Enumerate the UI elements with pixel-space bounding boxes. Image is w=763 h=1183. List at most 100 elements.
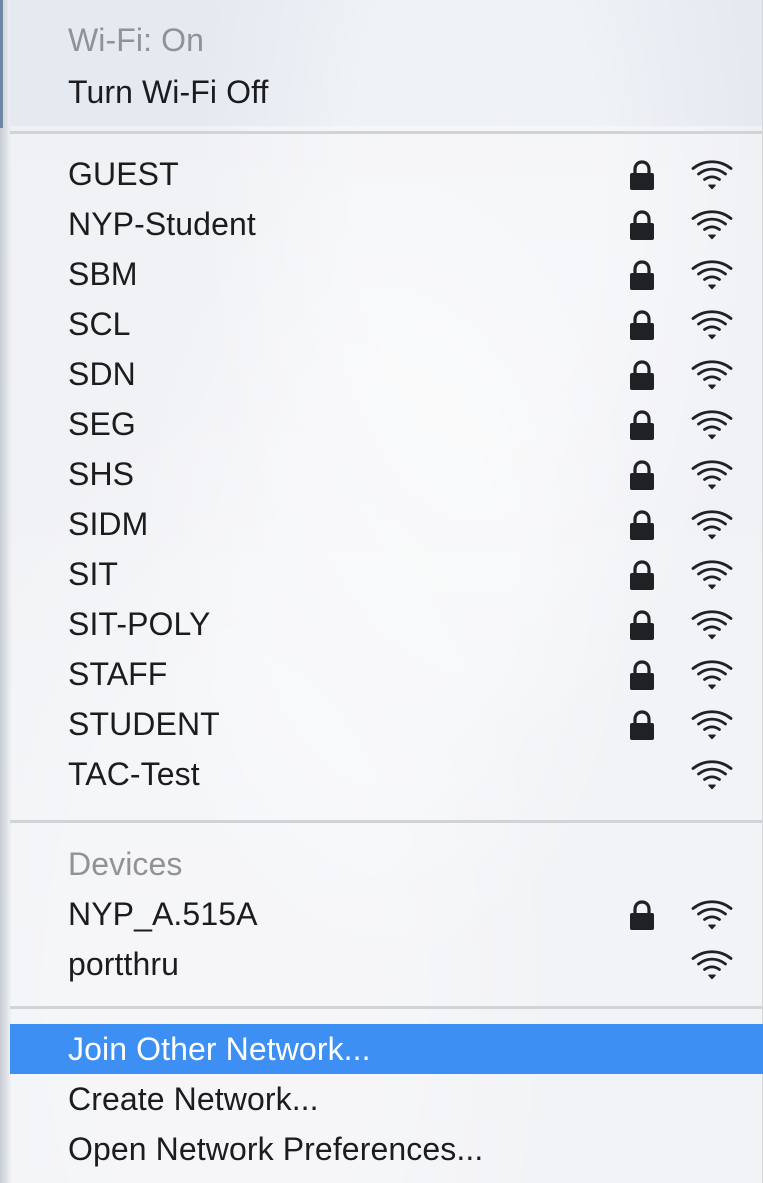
- join-other-network-label: Join Other Network...: [68, 1031, 371, 1067]
- wifi-icon-svg: [691, 900, 733, 930]
- network-name: SBM: [68, 256, 138, 292]
- lock-icon-svg: [630, 310, 654, 340]
- lock-icon-svg: [630, 510, 654, 540]
- lock-icon: [627, 359, 657, 392]
- lock-icon: [627, 709, 657, 742]
- wifi-icon: [689, 898, 735, 932]
- lock-icon-svg: [630, 900, 654, 930]
- network-item-sbm[interactable]: SBM: [10, 249, 763, 299]
- wifi-icon-svg: [691, 460, 733, 490]
- menu-separator: [10, 1006, 763, 1009]
- network-item-seg[interactable]: SEG: [10, 399, 763, 449]
- network-item-staff[interactable]: STAFF: [10, 649, 763, 699]
- wifi-icon-svg: [691, 160, 733, 190]
- device-name: NYP_A.515A: [68, 896, 258, 932]
- menu-separator: [10, 820, 763, 823]
- network-item-student[interactable]: STUDENT: [10, 699, 763, 749]
- network-item-nyp-student[interactable]: NYP-Student: [10, 199, 763, 249]
- lock-icon-svg: [630, 610, 654, 640]
- wifi-icon-svg: [691, 950, 733, 980]
- network-item-sidm[interactable]: SIDM: [10, 499, 763, 549]
- wifi-status-label: Wi-Fi: On: [68, 22, 204, 58]
- network-name: SDN: [68, 356, 136, 392]
- lock-icon: [627, 409, 657, 442]
- network-item-sit[interactable]: SIT: [10, 549, 763, 599]
- network-name: SIT-POLY: [68, 606, 211, 642]
- wifi-icon: [689, 708, 735, 742]
- create-network-label: Create Network...: [68, 1081, 319, 1117]
- wifi-icon: [689, 308, 735, 342]
- lock-icon: [627, 159, 657, 192]
- network-name: SEG: [68, 406, 136, 442]
- lock-icon-svg: [630, 410, 654, 440]
- network-name: SIDM: [68, 506, 149, 542]
- wifi-icon: [689, 658, 735, 692]
- devices-header-label: Devices: [68, 846, 183, 882]
- wifi-icon: [689, 508, 735, 542]
- network-item-guest[interactable]: GUEST: [10, 149, 763, 199]
- lock-icon: [627, 659, 657, 692]
- wifi-icon-svg: [691, 360, 733, 390]
- network-name: STUDENT: [68, 706, 220, 742]
- network-item-sdn[interactable]: SDN: [10, 349, 763, 399]
- lock-icon-svg: [630, 710, 654, 740]
- wifi-icon-svg: [691, 410, 733, 440]
- device-item-nyp-a-515a[interactable]: NYP_A.515A: [10, 889, 763, 939]
- wifi-icon: [689, 158, 735, 192]
- lock-icon-svg: [630, 160, 654, 190]
- wifi-icon: [689, 758, 735, 792]
- open-network-preferences-label: Open Network Preferences...: [68, 1131, 484, 1167]
- lock-icon: [627, 209, 657, 242]
- wifi-status-row: Wi-Fi: On: [10, 15, 763, 65]
- wifi-icon: [689, 408, 735, 442]
- wifi-icon: [689, 458, 735, 492]
- lock-icon: [627, 609, 657, 642]
- wifi-icon-svg: [691, 760, 733, 790]
- wifi-icon-svg: [691, 610, 733, 640]
- network-name: SIT: [68, 556, 119, 592]
- open-network-preferences-menu-item[interactable]: Open Network Preferences...: [10, 1124, 763, 1174]
- lock-icon-svg: [630, 660, 654, 690]
- lock-icon: [627, 309, 657, 342]
- network-name: NYP-Student: [68, 206, 256, 242]
- network-name: SHS: [68, 456, 135, 492]
- network-item-sit-poly[interactable]: SIT-POLY: [10, 599, 763, 649]
- wifi-icon-svg: [691, 560, 733, 590]
- network-name: STAFF: [68, 656, 168, 692]
- wifi-icon-svg: [691, 210, 733, 240]
- lock-icon: [627, 899, 657, 932]
- lock-icon: [627, 459, 657, 492]
- wifi-menu-screen: Wi-Fi: On Turn Wi-Fi Off GUEST NYP-Stude…: [0, 0, 763, 1183]
- wifi-icon-svg: [691, 310, 733, 340]
- wifi-icon: [689, 558, 735, 592]
- wifi-icon: [689, 608, 735, 642]
- lock-icon: [627, 259, 657, 292]
- join-other-network-menu-item[interactable]: Join Other Network...: [10, 1024, 763, 1074]
- create-network-menu-item[interactable]: Create Network...: [10, 1074, 763, 1124]
- turn-wifi-off-menu-item[interactable]: Turn Wi-Fi Off: [10, 67, 763, 117]
- wifi-dropdown-menu: Wi-Fi: On Turn Wi-Fi Off GUEST NYP-Stude…: [10, 0, 763, 1183]
- lock-icon: [627, 509, 657, 542]
- network-item-shs[interactable]: SHS: [10, 449, 763, 499]
- device-name: portthru: [68, 946, 180, 982]
- lock-icon-svg: [630, 360, 654, 390]
- lock-icon: [627, 559, 657, 592]
- wifi-icon-svg: [691, 260, 733, 290]
- wifi-icon: [689, 358, 735, 392]
- network-name: TAC-Test: [68, 756, 200, 792]
- network-item-tac-test[interactable]: TAC-Test: [10, 749, 763, 799]
- network-name: SCL: [68, 306, 131, 342]
- lock-icon-svg: [630, 560, 654, 590]
- wifi-icon-svg: [691, 510, 733, 540]
- device-item-portthru[interactable]: portthru: [10, 939, 763, 989]
- wifi-icon: [689, 208, 735, 242]
- network-name: GUEST: [68, 156, 179, 192]
- wifi-icon-svg: [691, 660, 733, 690]
- devices-header: Devices: [10, 839, 763, 889]
- lock-icon-svg: [630, 460, 654, 490]
- wifi-icon: [689, 948, 735, 982]
- wifi-icon-svg: [691, 710, 733, 740]
- menu-separator: [10, 131, 763, 134]
- turn-wifi-off-label: Turn Wi-Fi Off: [68, 74, 269, 110]
- network-item-scl[interactable]: SCL: [10, 299, 763, 349]
